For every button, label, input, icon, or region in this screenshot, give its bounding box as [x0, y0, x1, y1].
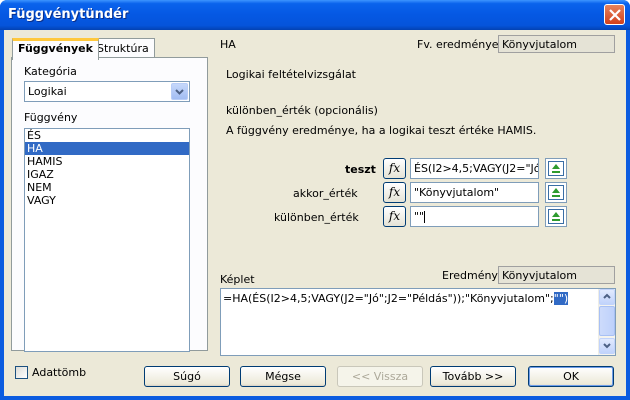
- arg-input-akkor[interactable]: "Könyvjutalom": [410, 182, 539, 203]
- fx-icon: fx: [388, 185, 401, 199]
- scroll-thumb[interactable]: [599, 306, 615, 336]
- title-bar[interactable]: Függvénytündér: [0, 0, 630, 30]
- arg-input-kulonben-value: "": [414, 210, 425, 223]
- ok-button[interactable]: OK: [528, 366, 614, 387]
- arg-label-kulonben: különben_érték: [274, 211, 359, 224]
- shrink-button-kulonben[interactable]: [545, 206, 567, 227]
- help-button[interactable]: Súgó: [144, 366, 230, 387]
- function-label: Függvény: [24, 111, 78, 124]
- array-checkbox-label: Adattömb: [32, 366, 87, 379]
- list-item[interactable]: NEM: [25, 181, 189, 194]
- arg-input-kulonben[interactable]: "": [410, 206, 539, 227]
- tab-structure-label: Struktúra: [97, 42, 149, 55]
- dialog-window: Függvénytündér Függvények Struktúra Kate…: [0, 0, 630, 400]
- chevron-down-icon[interactable]: [171, 83, 188, 100]
- text-cursor: [424, 211, 426, 223]
- chevron-up-icon: [603, 293, 611, 299]
- fx-icon: fx: [388, 209, 401, 223]
- parameter-name: különben_érték (opcionális): [226, 104, 378, 117]
- shrink-button-teszt[interactable]: [545, 158, 567, 179]
- function-name: HA: [220, 38, 236, 51]
- result-value: Könyvjutalom: [498, 35, 615, 53]
- shrink-icon: [552, 164, 560, 173]
- list-item[interactable]: VAGY: [25, 194, 189, 207]
- shrink-icon: [552, 188, 560, 197]
- formula-main: =HA(ÉS(I2>4,5;VAGY(J2="Jó";J2="Példás"))…: [223, 292, 554, 305]
- formula-scrollbar[interactable]: [598, 289, 615, 355]
- eredmeny-label: Eredmény: [442, 269, 498, 282]
- result-label: Fv. eredménye:: [417, 38, 503, 51]
- window-title: Függvénytündér: [8, 7, 129, 22]
- tab-functions[interactable]: Függvények: [12, 38, 99, 60]
- fx-button-akkor[interactable]: fx: [383, 182, 406, 203]
- shrink-icon: [552, 212, 560, 221]
- tab-structure[interactable]: Struktúra: [91, 38, 155, 57]
- function-description: Logikai feltételvizsgálat: [226, 68, 356, 81]
- scroll-down-button[interactable]: [599, 338, 615, 354]
- tab-functions-label: Függvények: [18, 42, 93, 55]
- list-item[interactable]: HAMIS: [25, 155, 189, 168]
- list-item[interactable]: IGAZ: [25, 168, 189, 181]
- eredmeny-value: Könyvjutalom: [498, 266, 615, 284]
- functions-panel: Kategória Logikai Függvény ÉS HA HAMIS I…: [11, 57, 208, 352]
- arg-label-teszt: teszt: [345, 163, 376, 176]
- list-item[interactable]: ÉS: [25, 129, 189, 142]
- formula-editor[interactable]: =HA(ÉS(I2>4,5;VAGY(J2="Jó";J2="Példás"))…: [220, 288, 616, 356]
- cancel-button[interactable]: Mégse: [240, 366, 326, 387]
- close-icon: [609, 9, 621, 21]
- arg-label-akkor: akkor_érték: [293, 187, 358, 200]
- arg-input-teszt[interactable]: ÉS(I2>4,5;VAGY(J2="Jó";: [410, 158, 539, 179]
- formula-text: =HA(ÉS(I2>4,5;VAGY(J2="Jó";J2="Példás"))…: [223, 292, 569, 305]
- category-label: Kategória: [24, 65, 77, 78]
- chevron-down-icon: [603, 343, 611, 349]
- fx-button-kulonben[interactable]: fx: [383, 206, 406, 227]
- close-button[interactable]: [604, 4, 625, 25]
- dialog-client: Függvények Struktúra Kategória Logikai F…: [4, 30, 626, 396]
- next-button[interactable]: Tovább >>: [430, 366, 516, 387]
- back-button[interactable]: << Vissza: [337, 366, 423, 387]
- fx-button-teszt[interactable]: fx: [383, 158, 406, 179]
- function-list[interactable]: ÉS HA HAMIS IGAZ NEM VAGY: [24, 128, 190, 352]
- formula-label: Képlet: [220, 273, 255, 286]
- category-value: Logikai: [28, 85, 67, 98]
- formula-selection: ""): [553, 292, 569, 305]
- parameter-description: A függvény eredménye, ha a logikai teszt…: [226, 124, 537, 137]
- fx-icon: fx: [388, 161, 401, 175]
- category-select[interactable]: Logikai: [24, 81, 190, 102]
- list-item-selected[interactable]: HA: [25, 142, 189, 155]
- shrink-button-akkor[interactable]: [545, 182, 567, 203]
- array-checkbox[interactable]: [15, 366, 28, 379]
- scroll-up-button[interactable]: [599, 289, 615, 305]
